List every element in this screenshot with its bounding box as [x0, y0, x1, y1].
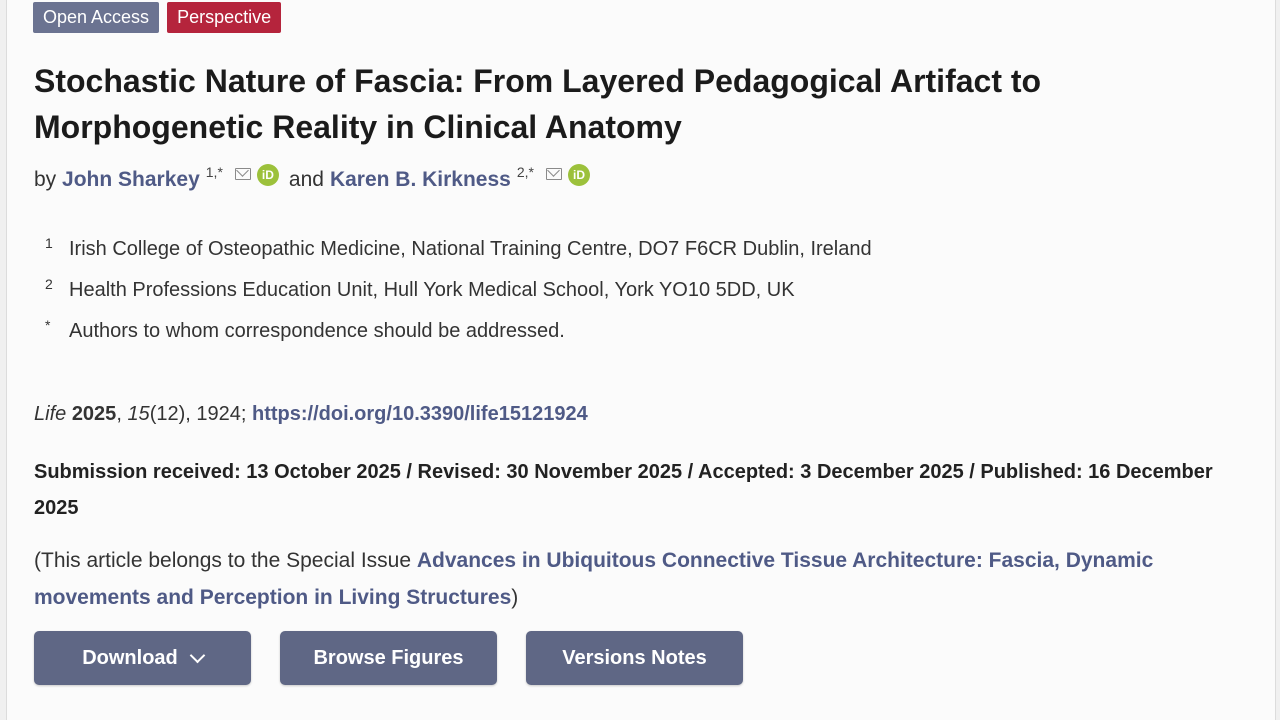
affiliation-text: Health Professions Education Unit, Hull … [69, 279, 795, 301]
orcid-icon[interactable]: iD [567, 164, 590, 186]
article-type-badge[interactable]: Perspective [167, 2, 282, 33]
download-button[interactable]: Download [34, 631, 251, 685]
affiliation-number: 1 [45, 235, 53, 251]
browse-figures-label: Browse Figures [313, 646, 464, 669]
affiliation-number: 2 [45, 276, 53, 292]
article-title: Stochastic Nature of Fascia: From Layere… [34, 63, 1042, 145]
citation-volume: 15 [127, 403, 150, 425]
affiliation-item: * Authors to whom correspondence should … [45, 317, 872, 361]
doi-link[interactable]: https://doi.org/10.3390/life15121924 [252, 403, 588, 425]
citation-issue: (12), 1924; [149, 403, 247, 425]
citation-line: Life 2025, 15(12), 1924; https://doi.org… [34, 403, 588, 425]
author-line: by John Sharkey 1,* iD and Karen B. Kirk… [34, 164, 590, 192]
author-name-kirkness[interactable]: Karen B. Kirkness [330, 168, 511, 192]
orcid-icon[interactable]: iD [256, 164, 279, 186]
by-label: by [34, 168, 57, 191]
special-issue-note: (This article belongs to the Special Iss… [34, 542, 1244, 616]
author-affiliation-sup: 1,* [205, 164, 223, 180]
author-name-sharkey[interactable]: John Sharkey [62, 168, 200, 192]
browse-figures-button[interactable]: Browse Figures [280, 631, 497, 685]
affiliation-list: 1 Irish College of Osteopathic Medicine,… [45, 235, 872, 361]
special-issue-suffix: ) [511, 586, 519, 609]
publication-dates: Submission received: 13 October 2025 / R… [34, 461, 1213, 519]
affiliation-text: Authors to whom correspondence should be… [69, 320, 565, 342]
affiliation-text: Irish College of Osteopathic Medicine, N… [69, 238, 872, 260]
envelope-icon[interactable] [545, 168, 562, 180]
envelope-icon[interactable] [234, 168, 251, 180]
article-header: Open Access Perspective Stochastic Natur… [6, 0, 1276, 720]
author-affiliation-sup: 2,* [516, 164, 534, 180]
chevron-down-icon [189, 647, 206, 663]
affiliation-item: 1 Irish College of Osteopathic Medicine,… [45, 235, 872, 279]
versions-notes-label: Versions Notes [562, 646, 707, 669]
affiliation-number: * [45, 317, 51, 333]
journal-name: Life [34, 403, 67, 425]
affiliation-item: 2 Health Professions Education Unit, Hul… [45, 276, 872, 320]
badge-row: Open Access Perspective [33, 2, 282, 33]
citation-year: 2025 [71, 403, 117, 425]
and-label: and [288, 168, 324, 191]
special-issue-prefix: (This article belongs to the Special Iss… [34, 549, 417, 572]
versions-notes-button[interactable]: Versions Notes [526, 631, 743, 685]
download-label: Download [82, 646, 178, 669]
open-access-badge[interactable]: Open Access [33, 2, 160, 33]
